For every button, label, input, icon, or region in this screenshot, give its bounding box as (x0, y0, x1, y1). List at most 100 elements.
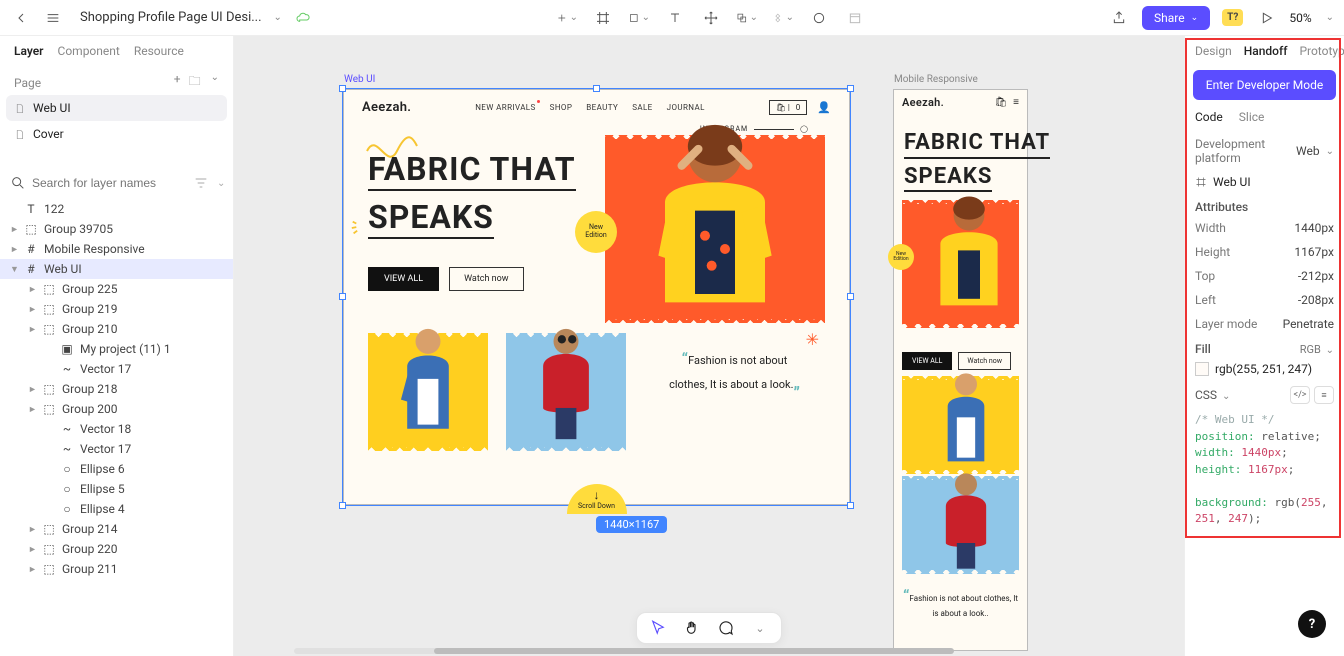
nav-beauty[interactable]: BEAUTY (586, 103, 618, 112)
twist-icon[interactable]: ► (28, 404, 36, 415)
layer-item[interactable]: ○Ellipse 6 (0, 459, 233, 479)
brand-logo[interactable]: Aeezah. (362, 100, 411, 115)
component-icon[interactable]: ⌄ (772, 7, 794, 29)
tab-layer[interactable]: Layer (14, 44, 44, 58)
filter-icon[interactable] (193, 175, 209, 191)
layer-item[interactable]: ~Vector 17 (0, 359, 233, 379)
tab-component[interactable]: Component (58, 44, 120, 58)
search-collapse-icon[interactable]: ⌄ (217, 178, 225, 189)
toolbar-collapse-icon[interactable]: ⌄ (751, 619, 769, 637)
frame-icon[interactable] (592, 7, 614, 29)
twist-icon[interactable]: ► (28, 524, 36, 535)
artboard-label-mobile[interactable]: Mobile Responsive (894, 74, 978, 85)
layer-item[interactable]: ►⬚Group 210 (0, 319, 233, 339)
twist-icon[interactable]: ► (28, 564, 36, 575)
play-icon[interactable] (1255, 7, 1277, 29)
twist-icon[interactable]: ► (28, 384, 36, 395)
nav-new-arrivals[interactable]: NEW ARRIVALS (475, 103, 535, 112)
menu-icon[interactable] (42, 7, 64, 29)
layer-item[interactable]: ►⬚Group 218 (0, 379, 233, 399)
quote-text-m: “Fashion is not about clothes, It is abo… (894, 580, 1027, 624)
twist-icon[interactable]: ► (28, 304, 36, 315)
layer-item[interactable]: ►⬚Group 220 (0, 539, 233, 559)
layer-item[interactable]: ►⬚Group 214 (0, 519, 233, 539)
text-icon[interactable] (664, 7, 686, 29)
enter-developer-mode-button[interactable]: Enter Developer Mode (1193, 70, 1336, 100)
subtab-slice[interactable]: Slice (1239, 110, 1265, 124)
page-item-web-ui[interactable]: Web UI (6, 95, 227, 121)
subtab-code[interactable]: Code (1195, 110, 1223, 124)
twist-icon[interactable]: ► (28, 284, 36, 295)
artboard-label-web[interactable]: Web UI (344, 74, 375, 85)
layer-item[interactable]: ►#Mobile Responsive (0, 239, 233, 259)
twist-icon[interactable]: ▼ (10, 264, 18, 275)
watch-now-button[interactable]: Watch now (449, 267, 523, 291)
layer-item[interactable]: ○Ellipse 4 (0, 499, 233, 519)
nav-journal[interactable]: JOURNAL (667, 103, 705, 112)
shape-icon[interactable]: ⌄ (628, 7, 650, 29)
cursor-tool-icon[interactable] (649, 619, 667, 637)
account-icon[interactable]: 👤 (817, 101, 831, 114)
zoom-level[interactable]: 50% (1289, 11, 1311, 25)
export-icon[interactable] (1108, 7, 1130, 29)
doc-title-chevron-icon[interactable]: ⌄ (274, 12, 282, 23)
horizontal-scrollbar[interactable] (294, 648, 924, 654)
add-icon[interactable]: ⌄ (556, 7, 578, 29)
platform-select[interactable]: Web⌄ (1296, 144, 1334, 158)
move-icon[interactable] (700, 7, 722, 29)
layer-item[interactable]: ►⬚Group 219 (0, 299, 233, 319)
twist-icon[interactable]: ► (28, 324, 36, 335)
layer-item[interactable]: T122 (0, 199, 233, 219)
quote-text: “Fashion is not about clothes, It is abo… (644, 337, 825, 395)
layer-item[interactable]: ►⬚Group 39705 (0, 219, 233, 239)
calendar-icon[interactable] (844, 7, 866, 29)
tab-handoff[interactable]: Handoff (1244, 44, 1288, 58)
layer-item[interactable]: ~Vector 17 (0, 439, 233, 459)
fill-mode-select[interactable]: RGB ⌄ (1300, 343, 1334, 356)
fill-swatch[interactable] (1195, 362, 1209, 376)
collapse-page-icon[interactable]: ⌄ (211, 72, 219, 93)
instagram-icon[interactable]: ◯ (800, 125, 809, 133)
layer-item[interactable]: ▼#Web UI (0, 259, 233, 279)
tab-prototype[interactable]: Prototype (1299, 44, 1344, 58)
code-view-icon[interactable]: </> (1290, 386, 1310, 404)
view-all-button[interactable]: VIEW ALL (368, 267, 439, 291)
nav-sale[interactable]: SALE (632, 103, 652, 112)
css-code-block[interactable]: /* Web UI */ position: relative; width: … (1185, 406, 1344, 534)
page-item-cover[interactable]: Cover (0, 121, 233, 147)
cart-icon-mobile[interactable]: 🛍 (994, 97, 1007, 108)
scroll-down-button[interactable]: Scroll Down (567, 484, 627, 514)
add-page-icon[interactable]: + (174, 72, 181, 93)
canvas[interactable]: Web UI Aeezah. NEW ARRIVALS SHOP BEAUTY … (234, 36, 1184, 656)
back-icon[interactable] (10, 7, 32, 29)
comment-tool-icon[interactable] (717, 619, 735, 637)
ellipse-tool-icon[interactable] (808, 7, 830, 29)
nav-shop[interactable]: SHOP (550, 103, 573, 112)
layer-item[interactable]: ~Vector 18 (0, 419, 233, 439)
layer-tree: T122►⬚Group 39705►#Mobile Responsive▼#We… (0, 197, 233, 656)
layer-item[interactable]: ►⬚Group 211 (0, 559, 233, 579)
css-header[interactable]: CSS (1195, 388, 1217, 402)
menu-icon-mobile[interactable]: ≡ (1013, 97, 1019, 108)
cart-button[interactable]: 🛍 | 0 (769, 100, 808, 115)
cloud-sync-icon[interactable] (292, 7, 314, 29)
tab-resource[interactable]: Resource (134, 44, 184, 58)
twist-icon[interactable]: ► (28, 544, 36, 555)
layer-item[interactable]: ○Ellipse 5 (0, 479, 233, 499)
folder-icon[interactable]: 🗀 (189, 72, 201, 93)
help-button[interactable]: ? (1298, 610, 1326, 638)
twist-icon[interactable]: ► (10, 244, 18, 255)
share-button[interactable]: Share⌄ (1142, 6, 1210, 30)
hand-tool-icon[interactable] (683, 619, 701, 637)
tf-badge[interactable]: T? (1222, 9, 1243, 26)
document-title[interactable]: Shopping Profile Page UI Desi... (80, 10, 262, 25)
brand-logo-mobile[interactable]: Aeezah. (902, 96, 944, 109)
tab-design[interactable]: Design (1195, 44, 1232, 58)
twist-icon[interactable]: ► (10, 224, 18, 235)
search-input[interactable] (32, 176, 187, 190)
list-view-icon[interactable]: ≡ (1314, 386, 1334, 404)
boolean-icon[interactable]: ⌄ (736, 7, 758, 29)
layer-item[interactable]: ►⬚Group 225 (0, 279, 233, 299)
layer-item[interactable]: ►⬚Group 200 (0, 399, 233, 419)
layer-item[interactable]: ▣My project (11) 1 (0, 339, 233, 359)
